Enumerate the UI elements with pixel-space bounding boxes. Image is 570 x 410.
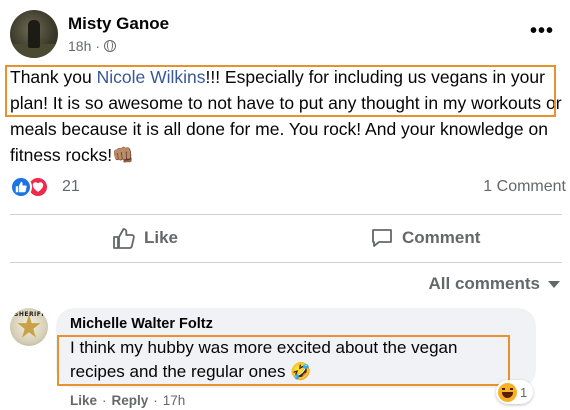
comment-reaction-count: 1 bbox=[520, 384, 528, 400]
meta-separator: · bbox=[95, 38, 101, 54]
globe-icon[interactable] bbox=[104, 40, 117, 52]
comment-button[interactable]: Comment bbox=[370, 216, 480, 260]
like-button[interactable]: Like bbox=[112, 216, 178, 260]
comment-actions: Like · Reply · 17h bbox=[70, 393, 185, 408]
comment-count[interactable]: 1 Comment bbox=[483, 178, 566, 196]
comment-reply-link[interactable]: Reply bbox=[112, 393, 149, 408]
post-text-start: Thank you bbox=[10, 67, 97, 87]
post-meta: 18h · bbox=[68, 38, 117, 54]
haha-reaction-icon bbox=[498, 382, 517, 402]
author-avatar[interactable] bbox=[10, 10, 58, 58]
rofl-emoji: 🤣 bbox=[290, 362, 312, 381]
comment-time[interactable]: 17h bbox=[163, 393, 186, 408]
like-label: Like bbox=[144, 228, 179, 247]
commenter-avatar[interactable]: SHERIFF bbox=[10, 308, 48, 346]
divider-top bbox=[10, 214, 562, 215]
comment-filter-dropdown[interactable]: All comments bbox=[429, 274, 560, 294]
comment-label: Comment bbox=[402, 228, 481, 247]
more-options-icon[interactable]: ••• bbox=[530, 20, 554, 43]
commenter-name[interactable]: Michelle Walter Foltz bbox=[70, 316, 213, 332]
mention-link[interactable]: Nicole Wilkins bbox=[97, 67, 206, 87]
reaction-count[interactable]: 21 bbox=[62, 178, 80, 196]
post-header: Misty Ganoe 18h · ••• bbox=[10, 10, 560, 60]
post-text: Thank you Nicole Wilkins!!! Especially f… bbox=[10, 64, 562, 168]
dot-separator: · bbox=[153, 393, 158, 408]
comment-reaction-badge[interactable]: 1 bbox=[496, 380, 534, 404]
author-name[interactable]: Misty Ganoe bbox=[68, 14, 169, 34]
fist-emoji: 👊🏽 bbox=[112, 145, 134, 165]
post-time[interactable]: 18h bbox=[68, 38, 91, 54]
reactions-summary: 21 1 Comment bbox=[10, 176, 566, 200]
thumbs-up-icon bbox=[113, 228, 135, 249]
comment-body: I think my hubby was more excited about … bbox=[70, 338, 458, 381]
comment-bubble-icon bbox=[372, 229, 392, 247]
like-reaction-icon[interactable] bbox=[10, 176, 32, 198]
dot-separator: · bbox=[102, 393, 107, 408]
divider-bottom bbox=[10, 262, 562, 263]
caret-down-icon bbox=[548, 280, 560, 288]
comment-like-link[interactable]: Like bbox=[70, 393, 97, 408]
comment-text: I think my hubby was more excited about … bbox=[70, 336, 510, 384]
filter-label: All comments bbox=[428, 274, 540, 293]
